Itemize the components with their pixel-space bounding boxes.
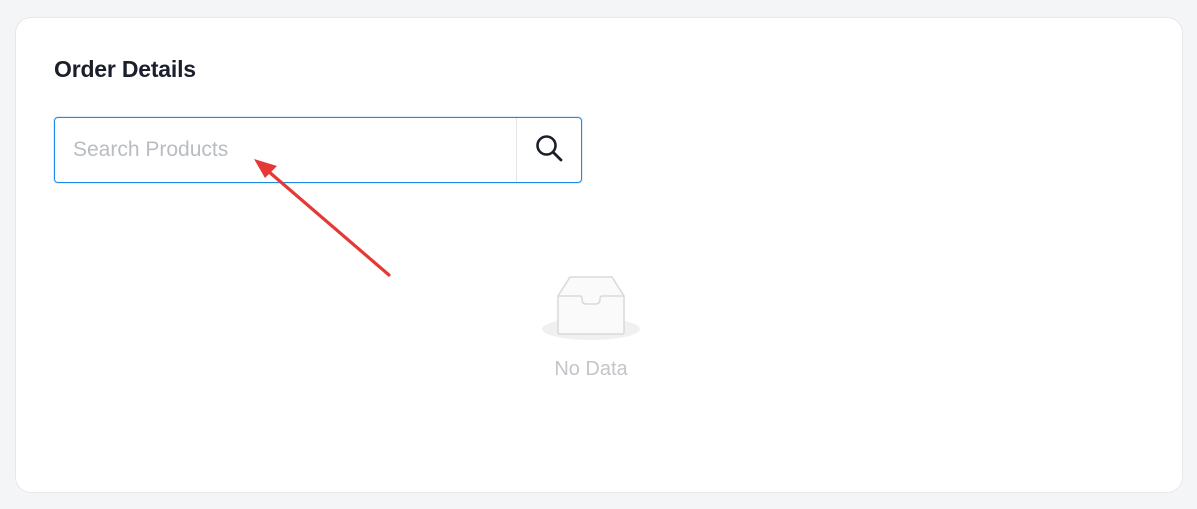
empty-state: No Data (536, 274, 646, 380)
search-input[interactable] (55, 118, 516, 182)
search-icon (534, 133, 564, 168)
order-details-card: Order Details No Data (15, 17, 1183, 493)
search-button[interactable] (516, 118, 581, 182)
page-title: Order Details (54, 56, 196, 82)
empty-inbox-icon (536, 276, 646, 348)
product-search-box (54, 117, 582, 183)
empty-state-label: No Data (554, 358, 628, 380)
